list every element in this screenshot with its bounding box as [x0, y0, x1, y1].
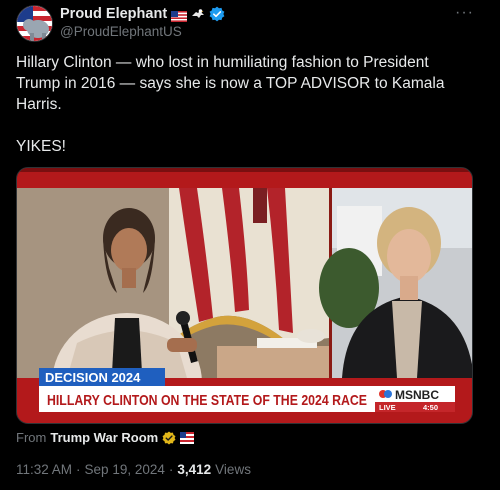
video-frame: DECISION 2024 HILLARY CLINTON ON THE STA… — [17, 168, 472, 423]
network-text: MSNBC — [395, 388, 439, 402]
author-name[interactable]: Proud Elephant — [60, 6, 167, 22]
views-count: 3,412 — [177, 462, 212, 477]
tweet-paragraph: YIKES! — [16, 138, 66, 155]
author-line: Proud Elephant — [60, 5, 225, 23]
post-meta: 11:32 AM · Sep 19, 2024 · 3,412 Views — [16, 462, 251, 477]
affiliate-flag-icon — [180, 431, 195, 444]
via-line: From Trump War Room — [16, 430, 195, 445]
tweet-paragraph: Hillary Clinton — who lost in humiliatin… — [16, 54, 445, 113]
flag-in-video — [169, 188, 329, 350]
tweet-text: Hillary Clinton — who lost in humiliatin… — [16, 52, 476, 178]
live-label: LIVE — [379, 403, 396, 412]
verified-badge-icon[interactable] — [209, 6, 225, 22]
post: Proud Elephant @ProudElephantUS ··· Hill… — [0, 0, 500, 490]
post-date[interactable]: Sep 19, 2024 — [85, 462, 165, 477]
live-time: 4:50 — [423, 403, 438, 412]
avatar-image — [17, 6, 52, 41]
via-source[interactable]: Trump War Room — [50, 430, 158, 445]
chyron-text: HILLARY CLINTON ON THE STATE OF THE 2024… — [47, 392, 367, 409]
via-prefix: From — [16, 430, 47, 445]
meta-separator: · — [76, 462, 81, 477]
us-flag-icon — [171, 9, 188, 22]
eagle-icon — [191, 7, 205, 21]
views-label: Views — [215, 462, 251, 477]
author-handle[interactable]: @ProudElephantUS — [60, 24, 182, 39]
avatar[interactable] — [16, 5, 53, 42]
post-time[interactable]: 11:32 AM — [16, 462, 72, 477]
gold-verified-icon — [162, 431, 176, 445]
meta-separator: · — [168, 462, 174, 477]
more-icon[interactable]: ··· — [455, 4, 474, 22]
decision-tag-text: DECISION 2024 — [45, 370, 141, 385]
media-video[interactable]: DECISION 2024 HILLARY CLINTON ON THE STA… — [16, 167, 473, 424]
